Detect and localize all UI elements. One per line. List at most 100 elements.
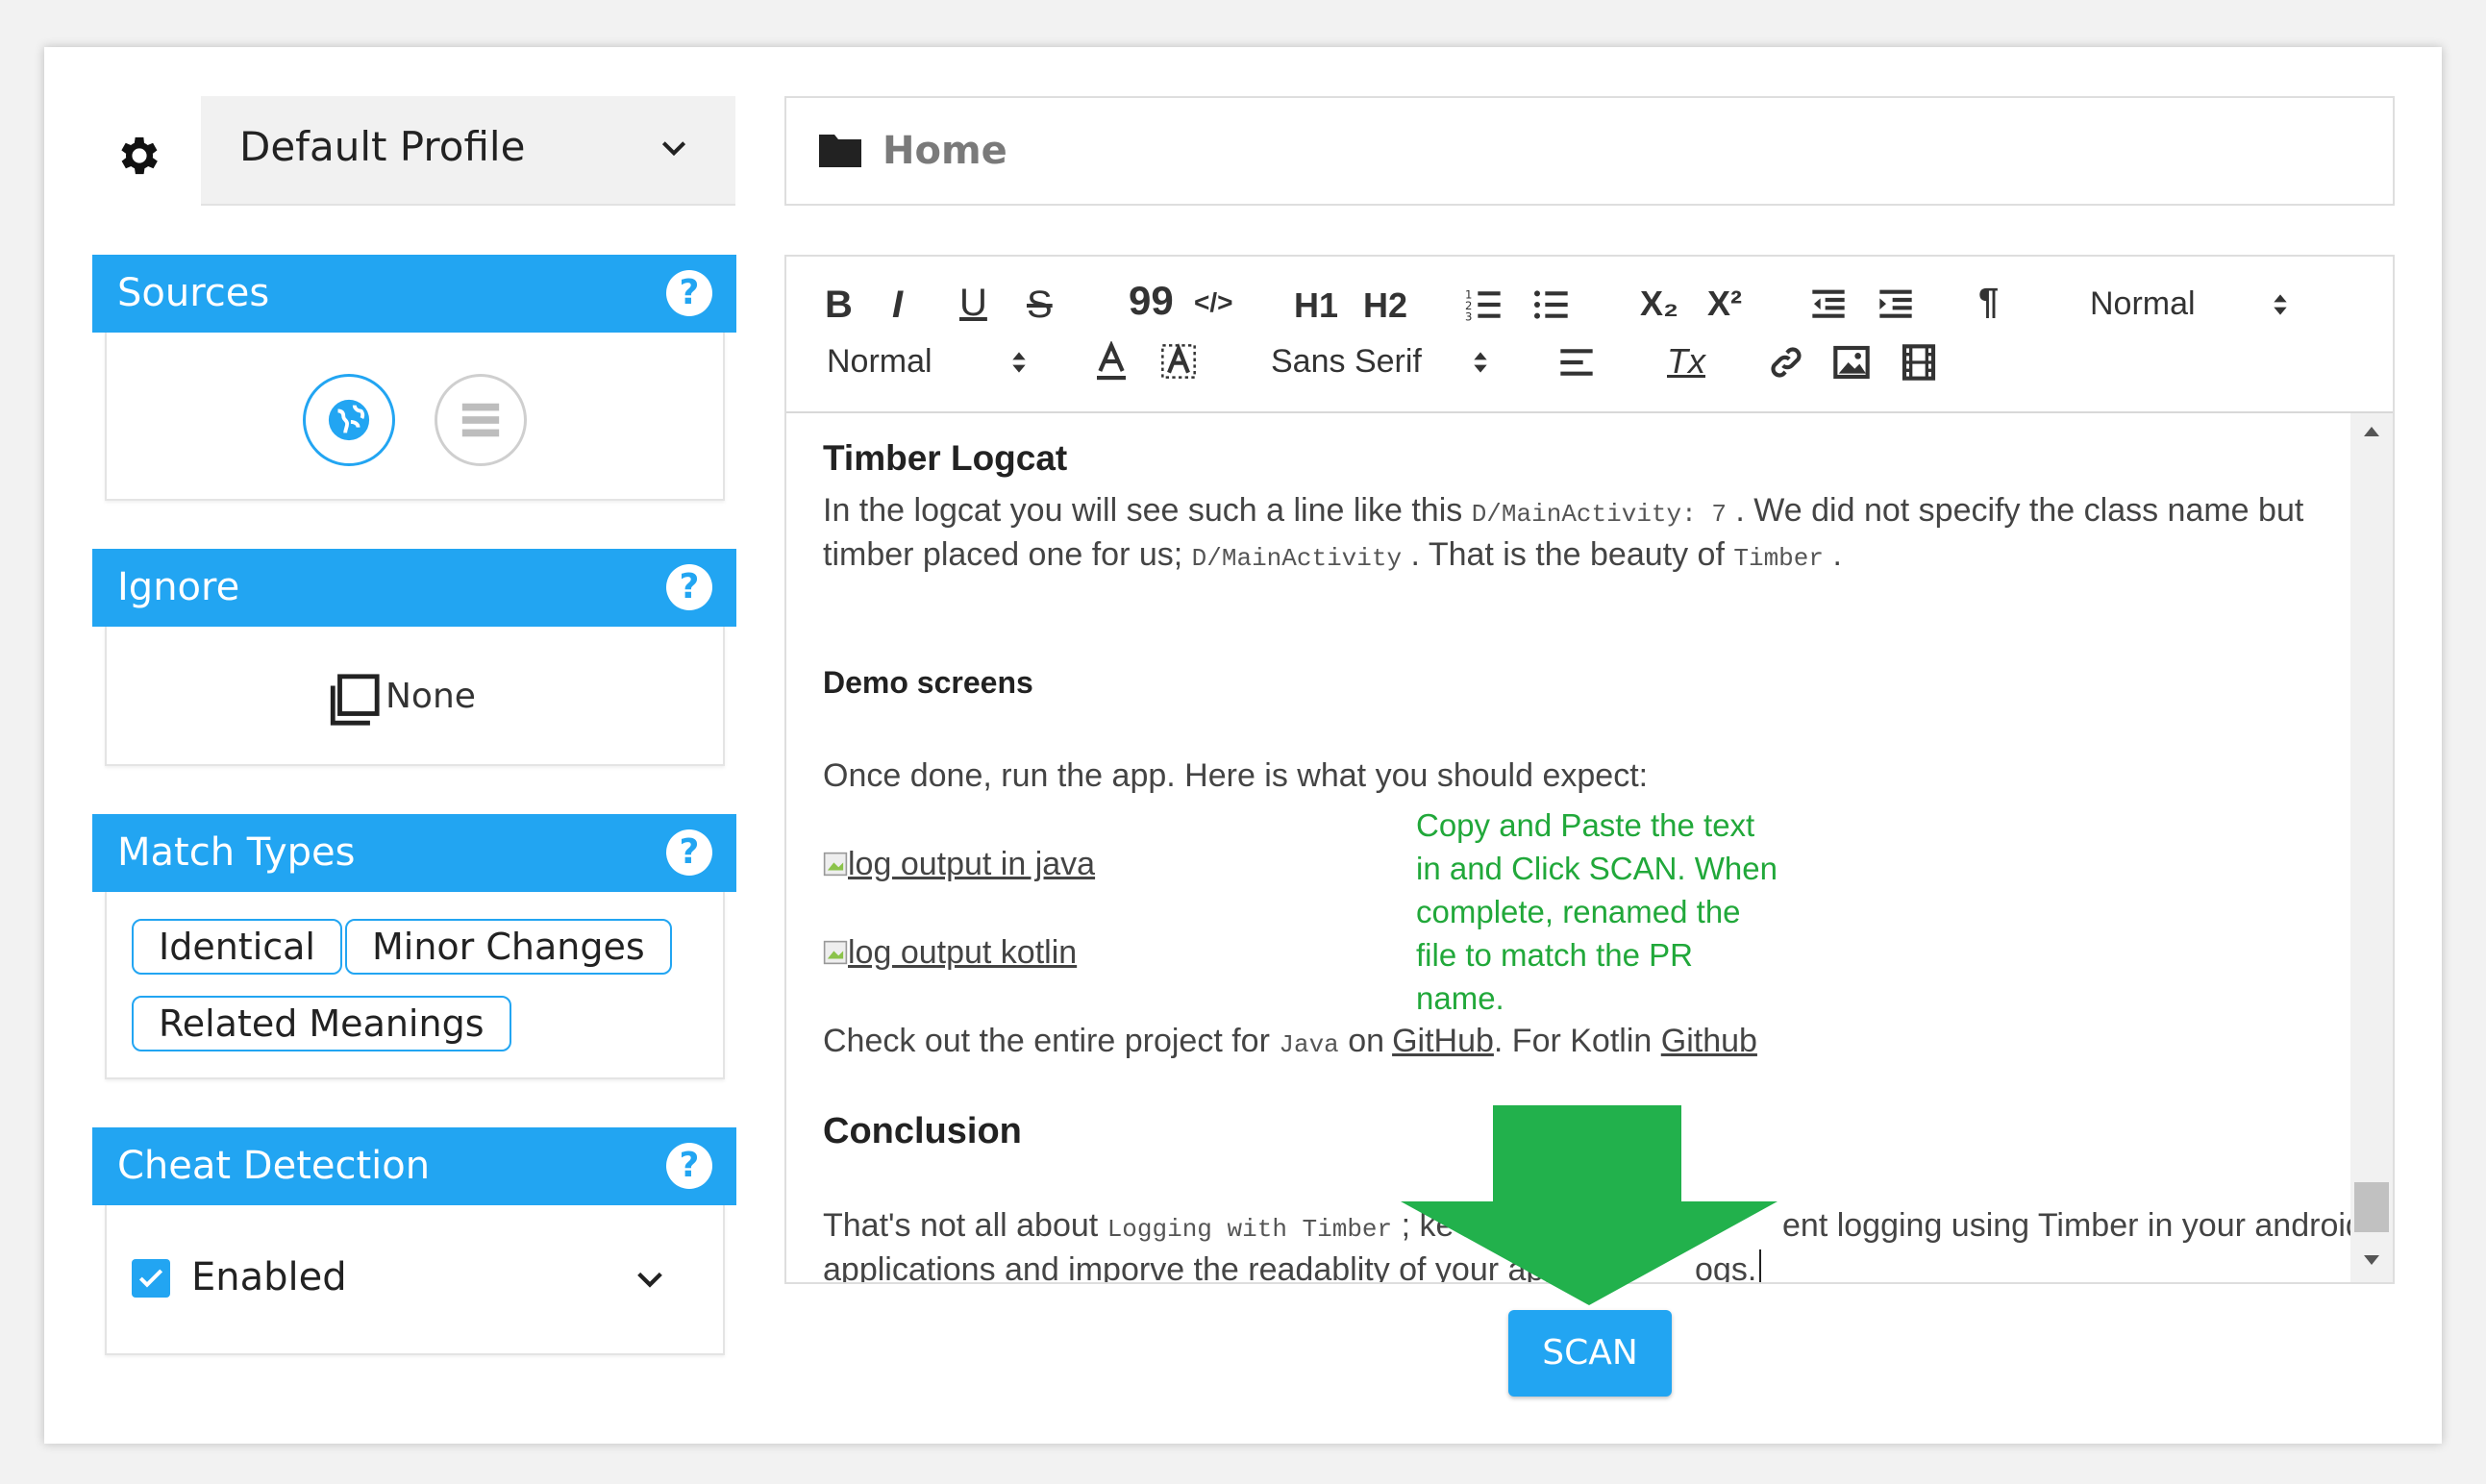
breadcrumb: Home	[784, 96, 2395, 206]
scroll-up-icon[interactable]	[2362, 423, 2381, 442]
sources-header: Sources ?	[92, 255, 736, 333]
blockquote-button[interactable]: 99	[1129, 278, 1174, 324]
bold-button[interactable]: B	[825, 284, 853, 327]
sources-help-icon[interactable]: ?	[666, 270, 712, 316]
p1-text-c: timber placed one for us;	[823, 536, 1183, 573]
annotation-line-5: name.	[1416, 980, 1504, 1016]
italic-button[interactable]: I	[892, 284, 903, 327]
github-link-java[interactable]: GitHub	[1392, 1023, 1494, 1059]
cheat-detection-title: Cheat Detection	[117, 1144, 431, 1188]
font-select[interactable]: Sans Serif	[1271, 343, 1422, 381]
scroll-thumb[interactable]	[2354, 1182, 2389, 1232]
header-select[interactable]: Normal	[2090, 285, 2196, 323]
chip-identical[interactable]: Identical	[132, 919, 342, 975]
strike-button[interactable]: S	[1027, 284, 1053, 327]
superscript-button[interactable]: X²	[1707, 284, 1742, 324]
scroll-down-icon[interactable]	[2362, 1249, 2381, 1269]
sources-title: Sources	[117, 271, 270, 315]
chip-minor-changes[interactable]: Minor Changes	[345, 919, 672, 975]
chevron-down-icon[interactable]	[634, 1263, 666, 1296]
image-java-alt[interactable]: log output in java	[848, 846, 1095, 882]
scrollbar[interactable]	[2350, 413, 2393, 1282]
broken-image-icon	[823, 940, 848, 965]
background-color-icon[interactable]	[1159, 341, 1198, 382]
svg-text:3: 3	[1465, 310, 1472, 324]
profile-select[interactable]: Default Profile	[201, 96, 735, 206]
p4-code: Logging with Timber	[1106, 1215, 1393, 1244]
ordered-list-icon[interactable]: 123	[1465, 285, 1504, 324]
ignore-panel: None	[105, 627, 725, 766]
broken-image-icon	[823, 852, 848, 877]
heading1-button[interactable]: H1	[1294, 285, 1338, 326]
cheat-detection-help-icon[interactable]: ?	[666, 1143, 712, 1189]
video-icon[interactable]	[1900, 343, 1938, 382]
ignore-value[interactable]: None	[385, 677, 476, 716]
align-icon[interactable]	[1557, 343, 1596, 382]
paragraph-3: Check out the entire project for Java on…	[823, 1023, 1757, 1060]
size-select[interactable]: Normal	[827, 343, 932, 381]
cheat-detection-panel: Enabled	[105, 1205, 725, 1355]
p1-code-2: D/MainActivity	[1191, 544, 1403, 573]
paragraph-1-line-2: timber placed one for us; D/MainActivity…	[823, 536, 1842, 574]
link-icon[interactable]	[1767, 343, 1805, 382]
check-icon	[138, 1269, 163, 1288]
heading-demo-screens: Demo screens	[823, 665, 1033, 700]
p3-text-c: . For Kotlin	[1493, 1023, 1653, 1059]
paragraph-1-line-1: In the logcat you will see such a line l…	[823, 492, 2303, 530]
paragraph-2: Once done, run the app. Here is what you…	[823, 757, 1649, 794]
web-source-button[interactable]	[303, 374, 395, 466]
gear-icon[interactable]	[114, 131, 164, 181]
match-types-panel: Identical Minor Changes Related Meanings	[105, 892, 725, 1079]
cheat-detection-header: Cheat Detection ?	[92, 1127, 736, 1205]
select-arrows-icon	[1474, 352, 1487, 373]
heading-conclusion: Conclusion	[823, 1111, 1022, 1151]
ignore-header: Ignore ?	[92, 549, 736, 627]
breadcrumb-home[interactable]: Home	[883, 129, 1007, 173]
outdent-icon[interactable]	[1809, 285, 1848, 324]
list-icon	[461, 403, 500, 437]
profile-label: Default Profile	[239, 123, 526, 170]
database-source-button[interactable]	[435, 374, 527, 466]
sources-panel	[105, 333, 725, 501]
text-direction-button[interactable]: ¶	[1978, 282, 1999, 323]
arrow-down-icon	[1401, 1105, 1777, 1305]
annotation-line-3: complete, renamed the	[1416, 894, 1741, 929]
image-link-kotlin[interactable]: log output kotlin	[823, 934, 1077, 972]
heading2-button[interactable]: H2	[1363, 285, 1407, 326]
p3-text-a: Check out the entire project for	[823, 1023, 1270, 1059]
image-link-java[interactable]: log output in java	[823, 846, 1095, 883]
p1-text-a: In the logcat you will see such a line l…	[823, 492, 1463, 529]
paragraph-4-line-1-end: ent logging using Timber in your android	[1782, 1207, 2352, 1244]
paragraph-4-line-1: That's not all about Logging with Timber…	[823, 1207, 1454, 1245]
folder-icon	[819, 135, 861, 167]
image-kotlin-alt[interactable]: log output kotlin	[848, 934, 1077, 971]
select-arrows-icon	[1012, 352, 1026, 373]
indent-icon[interactable]	[1877, 285, 1915, 324]
subscript-button[interactable]: X₂	[1640, 284, 1678, 324]
annotation-line-1: Copy and Paste the text	[1416, 807, 1755, 843]
chip-related-meanings[interactable]: Related Meanings	[132, 996, 511, 1051]
p3-text-b: on	[1348, 1023, 1385, 1059]
match-types-help-icon[interactable]: ?	[666, 829, 712, 876]
p1-code-3: Timber	[1733, 544, 1824, 573]
github-link-kotlin[interactable]: Github	[1661, 1023, 1757, 1059]
image-icon[interactable]	[1832, 343, 1871, 382]
text-color-icon[interactable]	[1092, 341, 1131, 382]
scan-button[interactable]: SCAN	[1508, 1310, 1672, 1397]
p4-text-a: That's not all about	[823, 1207, 1099, 1244]
ignore-help-icon[interactable]: ?	[666, 564, 712, 610]
p1-code-1: D/MainActivity: 7	[1471, 500, 1727, 529]
chevron-down-icon	[661, 141, 686, 157]
bullet-list-icon[interactable]	[1532, 285, 1571, 324]
code-block-button[interactable]: </>	[1194, 287, 1232, 318]
underline-button[interactable]: U	[959, 282, 987, 325]
globe-icon	[328, 399, 370, 441]
annotation-line-4: file to match the PR	[1416, 937, 1693, 973]
annotation-line-2: in and Click SCAN. When	[1416, 851, 1777, 886]
enabled-checkbox[interactable]	[132, 1259, 170, 1298]
select-arrows-icon	[2274, 294, 2287, 315]
editor-toolbar: B I U S 99 </> H1 H2 123 X₂ X² ¶ Normal …	[786, 257, 2393, 413]
enabled-label: Enabled	[191, 1255, 347, 1299]
p1-text-d: . That is the beauty of	[1410, 536, 1725, 573]
clear-format-button[interactable]: Tx	[1667, 341, 1705, 382]
